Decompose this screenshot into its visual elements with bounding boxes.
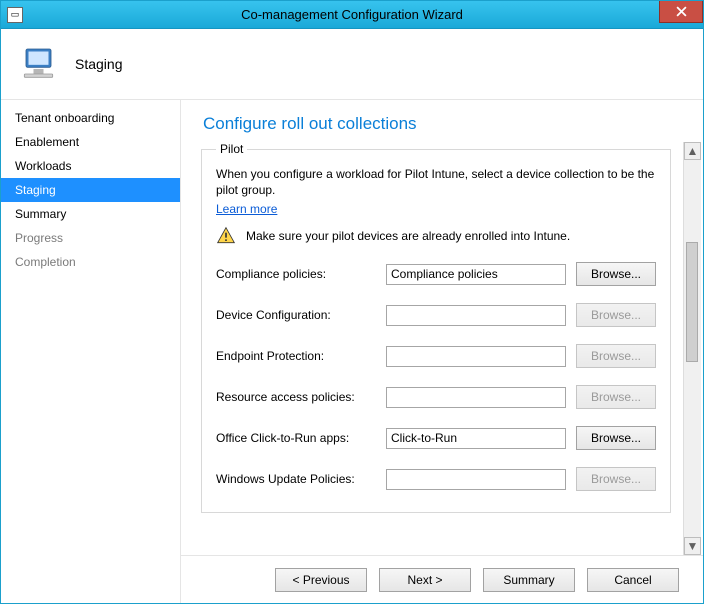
warning-icon [216, 226, 236, 246]
workload-row: Endpoint Protection: Browse... [216, 344, 656, 368]
sidebar-step-workloads[interactable]: Workloads [1, 154, 180, 178]
close-button[interactable] [659, 1, 703, 23]
browse-button: Browse... [576, 385, 656, 409]
vertical-scrollbar[interactable]: ▲ ▼ [683, 142, 701, 555]
workload-collection-input[interactable] [386, 469, 566, 490]
workload-label: Resource access policies: [216, 390, 376, 404]
scroll-thumb[interactable] [686, 242, 698, 362]
previous-button[interactable]: < Previous [275, 568, 367, 592]
banner-stage: Staging [75, 56, 122, 72]
sidebar-step-progress[interactable]: Progress [1, 226, 180, 250]
workload-collection-input[interactable] [386, 305, 566, 326]
workload-label: Windows Update Policies: [216, 472, 376, 486]
workload-row: Windows Update Policies: Browse... [216, 467, 656, 491]
workload-label: Compliance policies: [216, 267, 376, 281]
sidebar-step-tenant-onboarding[interactable]: Tenant onboarding [1, 106, 180, 130]
workload-label: Office Click-to-Run apps: [216, 431, 376, 445]
browse-button: Browse... [576, 467, 656, 491]
sidebar-step-summary[interactable]: Summary [1, 202, 180, 226]
pilot-description: When you configure a workload for Pilot … [216, 166, 656, 198]
browse-button: Browse... [576, 344, 656, 368]
app-icon: ▭ [7, 7, 23, 23]
workload-row: Device Configuration: Browse... [216, 303, 656, 327]
workload-label: Device Configuration: [216, 308, 376, 322]
workload-collection-input[interactable] [386, 264, 566, 285]
scroll-up-button[interactable]: ▲ [684, 142, 701, 160]
workload-label: Endpoint Protection: [216, 349, 376, 363]
workload-row: Resource access policies: Browse... [216, 385, 656, 409]
workload-row: Office Click-to-Run apps: Browse... [216, 426, 656, 450]
titlebar: ▭ Co-management Configuration Wizard [1, 1, 703, 29]
browse-button[interactable]: Browse... [576, 262, 656, 286]
banner: Staging [1, 29, 703, 99]
workload-collection-input[interactable] [386, 428, 566, 449]
footer: < Previous Next > Summary Cancel [181, 555, 703, 603]
computer-icon [21, 44, 61, 84]
window-title: Co-management Configuration Wizard [1, 7, 703, 22]
next-button[interactable]: Next > [379, 568, 471, 592]
body: Tenant onboardingEnablementWorkloadsStag… [1, 99, 703, 603]
scroll-host: Pilot When you configure a workload for … [181, 142, 703, 555]
page-title: Configure roll out collections [181, 100, 703, 142]
learn-more-link[interactable]: Learn more [216, 202, 277, 216]
main: Configure roll out collections Pilot Whe… [181, 100, 703, 603]
browse-button: Browse... [576, 303, 656, 327]
close-icon [676, 6, 687, 17]
warning-text: Make sure your pilot devices are already… [246, 229, 570, 243]
summary-button[interactable]: Summary [483, 568, 575, 592]
pilot-legend: Pilot [216, 142, 247, 156]
sidebar-step-completion[interactable]: Completion [1, 250, 180, 274]
sidebar-step-staging[interactable]: Staging [1, 178, 180, 202]
sidebar: Tenant onboardingEnablementWorkloadsStag… [1, 100, 181, 603]
pilot-group: Pilot When you configure a workload for … [201, 142, 671, 513]
workload-collection-input[interactable] [386, 387, 566, 408]
sidebar-step-enablement[interactable]: Enablement [1, 130, 180, 154]
client-area: Staging Tenant onboardingEnablementWorkl… [1, 29, 703, 603]
browse-button[interactable]: Browse... [576, 426, 656, 450]
warning-row: Make sure your pilot devices are already… [216, 226, 656, 246]
workload-row: Compliance policies: Browse... [216, 262, 656, 286]
scroll-content: Pilot When you configure a workload for … [201, 142, 683, 555]
cancel-button[interactable]: Cancel [587, 568, 679, 592]
workload-collection-input[interactable] [386, 346, 566, 367]
scroll-down-button[interactable]: ▼ [684, 537, 701, 555]
